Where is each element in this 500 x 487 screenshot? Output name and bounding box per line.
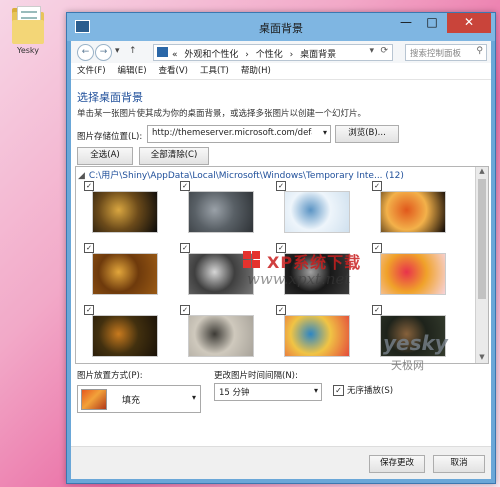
breadcrumb: « 外观和个性化 › 个性化 › 桌面背景	[172, 47, 340, 60]
folder-path-text: C:\用户\Shiny\AppData\Local\Microsoft\Wind…	[88, 171, 404, 181]
menu-file[interactable]: 文件(F)	[77, 63, 106, 79]
wallpaper-image[interactable]	[92, 315, 158, 357]
thumbnail-checkbox[interactable]: ✓	[276, 305, 286, 315]
dialog-footer: 保存更改 取消	[71, 446, 491, 479]
address-dropdown-icon[interactable]: ▾	[369, 46, 374, 56]
desktop-folder-icon[interactable]: Yesky	[6, 6, 50, 55]
picture-position-label: 图片放置方式(P):	[77, 371, 143, 381]
search-icon[interactable]: ⚲	[476, 46, 483, 56]
chevron-down-icon: ▾	[313, 386, 318, 395]
breadcrumb-overflow-icon[interactable]: «	[172, 50, 178, 60]
shuffle-checkbox[interactable]: ✓ 无序播放(S)	[333, 384, 393, 396]
thumbnail-checkbox[interactable]: ✓	[180, 243, 190, 253]
folder-group-header[interactable]: ◢ C:\用户\Shiny\AppData\Local\Microsoft\Win…	[78, 168, 404, 181]
menu-bar: 文件(F) 编辑(E) 查看(V) 工具(T) 帮助(H)	[71, 63, 491, 80]
search-placeholder: 搜索控制面板	[410, 49, 462, 59]
scrollbar-thumb[interactable]	[478, 179, 486, 299]
wallpaper-thumbnail[interactable]: ✓	[180, 181, 254, 237]
wallpaper-image[interactable]	[92, 253, 158, 295]
breadcrumb-item[interactable]: 个性化	[256, 50, 283, 60]
wallpaper-thumbnail[interactable]: ✓	[180, 305, 254, 361]
page-title: 选择桌面背景	[77, 91, 143, 104]
wallpaper-thumbnail[interactable]: ✓	[372, 181, 446, 237]
yesky-watermark: yesky	[383, 331, 448, 355]
window-client: ← → ▾ ↑ « 外观和个性化 › 个性化 › 桌面背景 ▾ ⟳ 搜索控制面板…	[71, 41, 491, 479]
wallpaper-thumbnail[interactable]: ✓	[372, 243, 446, 299]
thumbnail-checkbox[interactable]: ✓	[180, 305, 190, 315]
picture-position-value: 填充	[122, 396, 141, 406]
change-interval-value: 15 分钟	[219, 388, 250, 398]
thumbnail-checkbox[interactable]: ✓	[276, 181, 286, 191]
thumbnail-checkbox[interactable]: ✓	[372, 243, 382, 253]
up-icon[interactable]: ↑	[129, 46, 137, 56]
wallpaper-image[interactable]	[284, 191, 350, 233]
breadcrumb-separator-icon[interactable]: ›	[290, 50, 294, 60]
wallpaper-image[interactable]	[284, 315, 350, 357]
desktop-icon-label: Yesky	[17, 46, 39, 55]
xp-watermark-url: www.xpxt.net	[247, 270, 351, 288]
chevron-down-icon: ▾	[191, 393, 196, 402]
navigation-bar: ← → ▾ ↑ « 外观和个性化 › 个性化 › 桌面背景 ▾ ⟳ 搜索控制面板…	[71, 41, 491, 63]
menu-tools[interactable]: 工具(T)	[200, 63, 229, 79]
scroll-up-icon[interactable]: ▲	[476, 167, 488, 177]
back-icon[interactable]: ←	[77, 44, 94, 61]
chevron-down-icon: ▾	[322, 128, 327, 137]
menu-view[interactable]: 查看(V)	[159, 63, 188, 79]
forward-icon[interactable]: →	[95, 44, 112, 61]
breadcrumb-separator-icon[interactable]: ›	[245, 50, 249, 60]
title-bar[interactable]: 桌面背景 — □ ✕	[67, 13, 495, 41]
address-bar[interactable]: « 外观和个性化 › 个性化 › 桌面背景 ▾ ⟳	[153, 44, 393, 61]
picture-location-value: http://themeserver.microsoft.com/defa	[152, 128, 312, 138]
menu-help[interactable]: 帮助(H)	[241, 63, 271, 79]
control-panel-icon	[157, 47, 168, 57]
windows-logo-watermark	[243, 251, 261, 269]
minimize-button[interactable]: —	[393, 13, 419, 33]
wallpaper-thumbnail[interactable]: ✓	[180, 243, 254, 299]
maximize-button[interactable]: □	[419, 13, 445, 33]
wallpaper-image[interactable]	[188, 191, 254, 233]
select-all-button[interactable]: 全选(A)	[77, 147, 133, 165]
thumbnail-checkbox[interactable]: ✓	[372, 305, 382, 315]
folder-icon	[12, 6, 44, 44]
menu-edit[interactable]: 编辑(E)	[118, 63, 147, 79]
position-preview-image	[81, 389, 107, 410]
wallpaper-thumbnail[interactable]: ✓	[84, 181, 158, 237]
clear-all-button[interactable]: 全部清除(C)	[139, 147, 209, 165]
collapse-icon[interactable]: ◢	[78, 171, 85, 181]
close-button[interactable]: ✕	[447, 13, 491, 33]
thumbnail-checkbox[interactable]: ✓	[84, 181, 94, 191]
wallpaper-thumbnail[interactable]: ✓	[276, 181, 350, 237]
breadcrumb-item[interactable]: 桌面背景	[300, 50, 336, 60]
change-interval-select[interactable]: 15 分钟 ▾	[214, 383, 322, 401]
recent-pages-icon[interactable]: ▾	[115, 46, 120, 56]
breadcrumb-item[interactable]: 外观和个性化	[184, 50, 238, 60]
browse-button[interactable]: 浏览(B)...	[335, 125, 399, 143]
search-input[interactable]: 搜索控制面板 ⚲	[405, 44, 487, 61]
wallpaper-image[interactable]	[188, 315, 254, 357]
thumbnail-checkbox[interactable]: ✓	[180, 181, 190, 191]
thumbnail-checkbox[interactable]: ✓	[84, 243, 94, 253]
gallery-scrollbar[interactable]: ▲ ▼	[475, 167, 488, 363]
picture-location-label: 图片存储位置(L):	[77, 132, 143, 142]
wallpaper-thumbnail[interactable]: ✓	[276, 305, 350, 361]
yesky-watermark-cn: 天极网	[391, 359, 424, 372]
thumbnail-checkbox[interactable]: ✓	[372, 181, 382, 191]
wallpaper-image[interactable]	[92, 191, 158, 233]
cancel-button[interactable]: 取消	[433, 455, 485, 473]
wallpaper-image[interactable]	[380, 253, 446, 295]
change-interval-label: 更改图片时间间隔(N):	[214, 371, 298, 381]
page-description: 单击某一张图片使其成为你的桌面背景，或选择多张图片以创建一个幻灯片。	[77, 109, 367, 119]
save-changes-button[interactable]: 保存更改	[369, 455, 425, 473]
wallpaper-thumbnail[interactable]: ✓	[84, 305, 158, 361]
desktop-background-window: 桌面背景 — □ ✕ ← → ▾ ↑ « 外观和个性化 › 个性化 › 桌面背景…	[66, 12, 496, 484]
wallpaper-image[interactable]	[380, 191, 446, 233]
picture-position-select[interactable]: 填充 ▾	[77, 385, 201, 413]
shuffle-label: 无序播放(S)	[347, 386, 394, 396]
refresh-icon[interactable]: ⟳	[380, 46, 388, 56]
thumbnail-checkbox[interactable]: ✓	[84, 305, 94, 315]
picture-location-select[interactable]: http://themeserver.microsoft.com/defa ▾	[147, 125, 331, 143]
scroll-down-icon[interactable]: ▼	[476, 353, 488, 363]
wallpaper-thumbnail[interactable]: ✓	[84, 243, 158, 299]
checkbox-icon[interactable]: ✓	[333, 385, 344, 396]
